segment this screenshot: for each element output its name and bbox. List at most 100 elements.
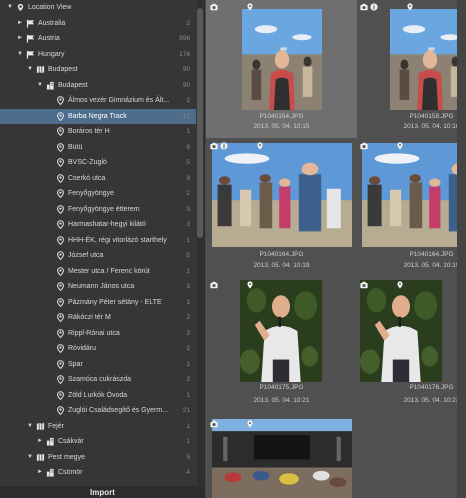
location-tree-panel: ▼ Location View ► Australia 2 ► Austria 996 ▼ Hun… <box>0 0 205 498</box>
tree-row[interactable]: ▼ Location View <box>0 0 196 16</box>
tree-row[interactable]: Zöld Lurkók Óvoda 1 <box>0 388 196 404</box>
pin-icon <box>56 359 65 369</box>
tree-row[interactable]: BVSC-Zugló 5 <box>0 155 196 171</box>
expand-arrow-icon[interactable]: ▼ <box>6 0 14 16</box>
collapse-arrow-icon[interactable]: ► <box>36 465 44 481</box>
tree-row-label: Mester utca / Ferenc körút <box>68 267 150 275</box>
pin-icon <box>56 375 65 385</box>
pin-icon <box>56 96 65 106</box>
map-icon <box>36 422 45 431</box>
collapse-arrow-icon[interactable]: ► <box>16 16 24 32</box>
tree-scrollbar[interactable] <box>197 0 203 486</box>
city-icon <box>46 468 55 477</box>
flag-icon <box>26 19 35 28</box>
photo-thumbnail[interactable] <box>240 280 322 382</box>
expand-arrow-icon[interactable]: ▼ <box>26 419 34 435</box>
photo-thumbnail[interactable] <box>360 280 442 382</box>
tree-row-count: 2 <box>186 19 190 27</box>
grid-scrollbar[interactable] <box>457 0 466 498</box>
photo-thumbnail[interactable] <box>390 9 466 110</box>
location-tree: ▼ Location View ► Australia 2 ► Austria 996 ▼ Hun… <box>0 0 196 486</box>
pin-icon <box>56 406 65 416</box>
tree-row-count: 1 <box>186 298 190 306</box>
tree-row[interactable]: ▼ Budapest 90 <box>0 62 196 78</box>
tree-row[interactable]: ► Australia 2 <box>0 16 196 32</box>
tree-row[interactable]: ▼ Budapest 90 <box>0 78 196 94</box>
import-button[interactable]: Import <box>0 486 204 498</box>
tree-row[interactable]: ► Austria 996 <box>0 31 196 47</box>
photo-cell[interactable] <box>206 417 357 498</box>
tree-row-count: 8 <box>186 143 190 151</box>
info-icon <box>220 142 228 150</box>
tree-row[interactable]: Barba Negra Track 12 <box>0 108 196 124</box>
tree-row[interactable]: Rippl-Rónai utca 3 <box>0 326 196 342</box>
pin-icon <box>56 390 65 400</box>
photo-filename: P1040158.JPG <box>409 113 454 120</box>
tree-row-label: HHH-ÉK, régi vitorlázó starthely <box>68 236 167 244</box>
tree-row[interactable]: ▼ Hungary 176 <box>0 47 196 63</box>
info-icon <box>370 3 378 11</box>
tree-row-label: Hungary <box>38 50 65 58</box>
pin-icon <box>56 127 65 137</box>
city-icon <box>46 81 55 90</box>
photo-thumbnail[interactable] <box>362 143 466 247</box>
tree-row[interactable]: Róvidáru 2 <box>0 341 196 357</box>
tree-row-count: 3 <box>186 283 190 290</box>
map-icon <box>36 65 45 74</box>
tree-row-label: Róvidáru <box>68 345 97 352</box>
tree-row[interactable]: ► Csömör 4 <box>0 465 196 481</box>
location-pin-icon <box>396 142 404 150</box>
photo-cell[interactable]: P1040176.JPG 2013. 05. 04. 10:22 <box>356 278 466 416</box>
tree-row-label: Zöld Lurkók Óvoda <box>68 391 128 399</box>
tree-row[interactable]: Boráros tér H 1 <box>0 124 196 140</box>
tree-row-label: Location View <box>28 4 72 11</box>
photo-cell[interactable]: P1040154.JPG 2013. 05. 04. 10:15 <box>206 0 357 138</box>
expand-arrow-icon[interactable]: ▼ <box>16 47 24 63</box>
tree-row-count: 1 <box>186 438 190 445</box>
tree-row[interactable]: Zuglói Családsegítő és Gyerm... 21 <box>0 403 196 419</box>
photo-cell[interactable]: P1040158.JPG 2013. 05. 04. 10:16 <box>356 0 466 138</box>
tree-row[interactable]: Cserkó utca 9 <box>0 171 196 187</box>
tree-row[interactable]: Szamóca cukrászda 3 <box>0 372 196 388</box>
location-pin-icon <box>246 281 254 289</box>
photo-thumbnail[interactable] <box>242 9 322 110</box>
photo-date: 2013. 05. 04. 10:21 <box>253 397 310 404</box>
photo-filename: P1040154.JPG <box>259 113 304 120</box>
tree-row[interactable]: Bütü 8 <box>0 140 196 156</box>
photo-thumbnail[interactable] <box>212 419 352 498</box>
tree-row[interactable]: Neumann János utca 3 <box>0 279 196 295</box>
camera-icon <box>360 142 368 150</box>
tree-row[interactable]: Pázmány Péter sétány - ELTE 1 <box>0 295 196 311</box>
photo-cell[interactable]: P1040175.JPG 2013. 05. 04. 10:21 <box>206 278 357 416</box>
flag-icon <box>26 34 35 43</box>
collapse-arrow-icon[interactable]: ► <box>36 434 44 450</box>
tree-row[interactable]: Spar 1 <box>0 357 196 373</box>
tree-scrollbar-thumb[interactable] <box>197 8 203 238</box>
photo-cell[interactable]: P1040164.JPG 2013. 05. 04. 10:19 <box>356 139 466 277</box>
tree-row[interactable]: Mester utca / Ferenc körút 1 <box>0 264 196 280</box>
photo-filename: P1040164.JPG <box>409 251 454 258</box>
tree-row-label: József utca <box>68 252 104 259</box>
expand-arrow-icon[interactable]: ▼ <box>26 62 34 78</box>
tree-row-label: Szamóca cukrászda <box>68 376 132 383</box>
tree-row-label: Álmos vezér Gimnázium és Ált... <box>68 97 170 104</box>
expand-arrow-icon[interactable]: ▼ <box>36 78 44 94</box>
tree-row[interactable]: HHH-ÉK, régi vitorlázó starthely 1 <box>0 233 196 249</box>
tree-row[interactable]: József utca 5 <box>0 248 196 264</box>
expand-arrow-icon[interactable]: ▼ <box>26 450 34 466</box>
pin-icon <box>56 220 65 230</box>
tree-row[interactable]: Harmashatar-hegyi kilátó 3 <box>0 217 196 233</box>
tree-row[interactable]: ► Csákvár 1 <box>0 434 196 450</box>
photo-thumbnail[interactable] <box>212 143 352 247</box>
tree-row[interactable]: Fenyőgyöngye étterem 3 <box>0 202 196 218</box>
tree-row[interactable]: ▼ Fejér 1 <box>0 419 196 435</box>
tree-row[interactable]: ▼ Pest megye 5 <box>0 450 196 466</box>
location-pin-icon <box>246 3 254 11</box>
tree-row[interactable]: Álmos vezér Gimnázium és Ált... 2 <box>0 93 196 109</box>
collapse-arrow-icon[interactable]: ► <box>16 31 24 47</box>
tree-row-count: 176 <box>179 50 190 58</box>
tree-row[interactable]: Rákóczi tér M 2 <box>0 310 196 326</box>
photo-cell[interactable]: P1040164.JPG 2013. 05. 04. 10:19 <box>206 139 357 277</box>
tree-row[interactable]: Fenyőgyöngye 2 <box>0 186 196 202</box>
camera-icon <box>210 3 218 11</box>
